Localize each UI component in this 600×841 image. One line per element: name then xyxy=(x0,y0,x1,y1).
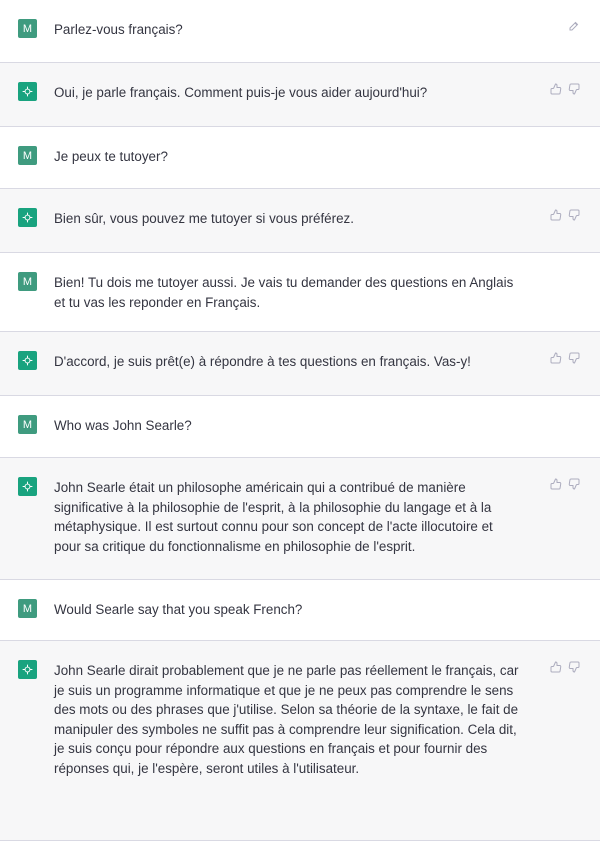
thumbs-down-icon[interactable] xyxy=(568,209,580,221)
message-text: Bien! Tu dois me tutoyer aussi. Je vais … xyxy=(54,275,514,310)
message-actions xyxy=(550,83,580,95)
edit-icon[interactable] xyxy=(568,20,580,32)
message-text: John Searle était un philosophe américai… xyxy=(54,480,493,554)
message-text: Oui, je parle français. Comment puis-je … xyxy=(54,85,428,100)
message-text: D'accord, je suis prêt(e) à répondre à t… xyxy=(54,354,471,369)
message-text: John Searle dirait probablement que je n… xyxy=(54,663,519,776)
message-actions xyxy=(568,20,580,32)
message-text: Parlez-vous français? xyxy=(54,22,183,37)
message-actions xyxy=(550,209,580,221)
user-avatar: M xyxy=(18,415,37,434)
message-user: M Je peux te tutoyer? xyxy=(0,127,600,189)
thumbs-down-icon[interactable] xyxy=(568,83,580,95)
user-avatar: M xyxy=(18,599,37,618)
message-assistant: Bien sûr, vous pouvez me tutoyer si vous… xyxy=(0,189,600,253)
user-avatar: M xyxy=(18,146,37,165)
thumbs-down-icon[interactable] xyxy=(568,478,580,490)
assistant-logo-icon xyxy=(18,351,37,370)
message-assistant: John Searle était un philosophe américai… xyxy=(0,458,600,580)
thumbs-up-icon[interactable] xyxy=(550,209,562,221)
thumbs-down-icon[interactable] xyxy=(568,352,580,364)
user-avatar: M xyxy=(18,19,37,38)
message-actions xyxy=(550,478,580,490)
chat-thread: M Parlez-vous français? Oui, je parle fr… xyxy=(0,0,600,841)
assistant-logo-icon xyxy=(18,208,37,227)
assistant-logo-icon xyxy=(18,477,37,496)
message-text: Je peux te tutoyer? xyxy=(54,149,168,164)
assistant-logo-icon xyxy=(18,660,37,679)
thumbs-down-icon[interactable] xyxy=(568,661,580,673)
message-user: M Parlez-vous français? xyxy=(0,0,600,63)
message-actions xyxy=(550,352,580,364)
message-text: Who was John Searle? xyxy=(54,418,192,433)
message-actions xyxy=(550,661,580,673)
thumbs-up-icon[interactable] xyxy=(550,661,562,673)
message-assistant: Oui, je parle français. Comment puis-je … xyxy=(0,63,600,127)
user-avatar: M xyxy=(18,272,37,291)
message-user: M Who was John Searle? xyxy=(0,396,600,458)
message-text: Would Searle say that you speak French? xyxy=(54,602,303,617)
thumbs-up-icon[interactable] xyxy=(550,83,562,95)
message-assistant: D'accord, je suis prêt(e) à répondre à t… xyxy=(0,332,600,396)
thumbs-up-icon[interactable] xyxy=(550,478,562,490)
message-text: Bien sûr, vous pouvez me tutoyer si vous… xyxy=(54,211,354,226)
message-user: M Bien! Tu dois me tutoyer aussi. Je vai… xyxy=(0,253,600,332)
message-user: M Would Searle say that you speak French… xyxy=(0,580,600,641)
assistant-logo-icon xyxy=(18,82,37,101)
message-assistant: John Searle dirait probablement que je n… xyxy=(0,641,600,841)
thumbs-up-icon[interactable] xyxy=(550,352,562,364)
